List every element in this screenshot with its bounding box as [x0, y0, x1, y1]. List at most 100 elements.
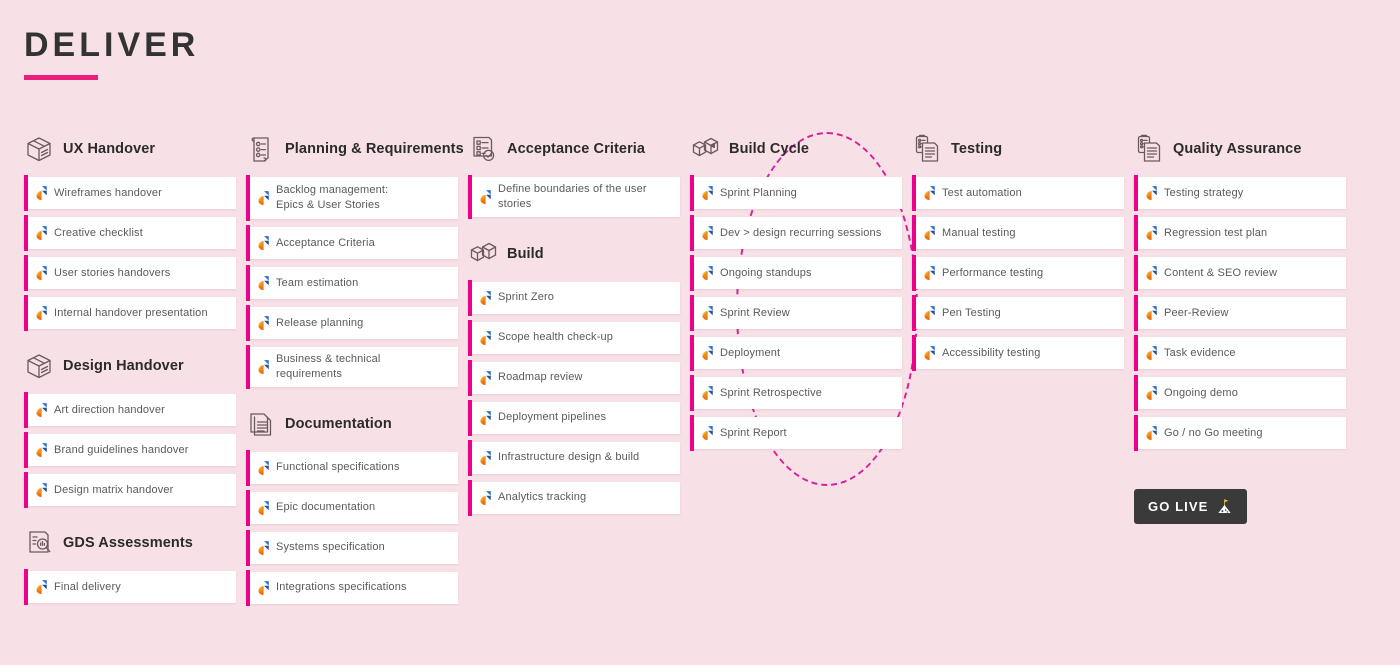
- pinwheel-icon: [922, 186, 937, 201]
- pinwheel-icon: [700, 306, 715, 321]
- task-card[interactable]: Sprint Planning: [690, 175, 902, 211]
- board-column: Quality Assurance Testing strategy Regress…: [1134, 130, 1346, 524]
- board-column: Testing Test automation Manual testing Perf…: [912, 130, 1124, 371]
- task-card-label: Sprint Report: [720, 426, 787, 439]
- task-card-label: Roadmap review: [498, 371, 583, 384]
- clipboard-document-icon: [912, 134, 942, 164]
- task-card-label: Accessibility testing: [942, 346, 1041, 359]
- pinwheel-icon: [1144, 426, 1159, 441]
- task-card[interactable]: Release planning: [246, 305, 458, 341]
- task-card[interactable]: Accessibility testing: [912, 335, 1124, 371]
- task-card[interactable]: Roadmap review: [468, 359, 680, 396]
- task-card[interactable]: Go / no Go meeting: [1134, 415, 1346, 451]
- task-card[interactable]: Backlog management: Epics & User Stories: [246, 175, 458, 221]
- task-card-label: Functional specifications: [276, 461, 400, 474]
- task-card[interactable]: Scope health check-up: [468, 319, 680, 356]
- card-list: Define boundaries of the user stories: [468, 175, 680, 219]
- section-header: Build: [468, 235, 680, 273]
- pinwheel-icon: [922, 226, 937, 241]
- section-title: Quality Assurance: [1173, 141, 1302, 157]
- task-card[interactable]: Testing strategy: [1134, 175, 1346, 211]
- task-card[interactable]: Team estimation: [246, 265, 458, 301]
- task-card[interactable]: Ongoing standups: [690, 255, 902, 291]
- task-card-label: Systems specification: [276, 541, 385, 554]
- section-build: Build Sprint Zero Scope health check-up Roa…: [468, 235, 680, 516]
- task-card[interactable]: Performance testing: [912, 255, 1124, 291]
- title-underline: [24, 75, 98, 80]
- task-card[interactable]: Integrations specifications: [246, 569, 458, 606]
- task-card-label: Regression test plan: [1164, 226, 1268, 239]
- task-card[interactable]: Functional specifications: [246, 449, 458, 486]
- card-list: Sprint Zero Scope health check-up Roadmap …: [468, 279, 680, 516]
- task-card[interactable]: Sprint Retrospective: [690, 375, 902, 411]
- task-card[interactable]: Infrastructure design & build: [468, 439, 680, 476]
- section-header: Build Cycle: [690, 130, 902, 168]
- task-card[interactable]: Task evidence: [1134, 335, 1346, 371]
- task-card-label: Design matrix handover: [54, 483, 174, 496]
- task-card[interactable]: Final delivery: [24, 569, 236, 605]
- task-card[interactable]: Creative checklist: [24, 215, 236, 251]
- package-box-icon: [24, 351, 54, 381]
- task-card[interactable]: Sprint Report: [690, 415, 902, 451]
- task-card-label: Release planning: [276, 316, 364, 329]
- section-title: Planning & Requirements: [285, 141, 464, 157]
- task-card[interactable]: Systems specification: [246, 529, 458, 566]
- task-card[interactable]: Sprint Zero: [468, 279, 680, 316]
- task-card[interactable]: Wireframes handover: [24, 175, 236, 211]
- pinwheel-icon: [256, 276, 271, 291]
- task-card[interactable]: Content & SEO review: [1134, 255, 1346, 291]
- card-list: Sprint Planning Dev > design recurring se…: [690, 175, 902, 451]
- board: UX Handover Wireframes handover Creative c…: [24, 130, 1384, 606]
- task-card[interactable]: Art direction handover: [24, 392, 236, 428]
- go-live-button[interactable]: GO LIVE: [1134, 489, 1248, 524]
- task-card[interactable]: Epic documentation: [246, 489, 458, 526]
- task-card[interactable]: Manual testing: [912, 215, 1124, 251]
- document-magnifier-icon: [24, 528, 54, 558]
- task-card[interactable]: Acceptance Criteria: [246, 225, 458, 261]
- section-ux-handover: UX Handover Wireframes handover Creative c…: [24, 130, 236, 331]
- task-card[interactable]: Test automation: [912, 175, 1124, 211]
- task-card-label: Go / no Go meeting: [1164, 426, 1263, 439]
- section-title: UX Handover: [63, 141, 156, 157]
- task-card[interactable]: Internal handover presentation: [24, 295, 236, 331]
- documents-icon: [246, 409, 276, 439]
- pinwheel-icon: [256, 540, 271, 555]
- task-card[interactable]: Peer-Review: [1134, 295, 1346, 331]
- task-card[interactable]: Dev > design recurring sessions: [690, 215, 902, 251]
- section-title: Testing: [951, 141, 1003, 157]
- task-card[interactable]: Ongoing demo: [1134, 375, 1346, 411]
- task-card[interactable]: Business & technical requirements: [246, 345, 458, 389]
- task-card[interactable]: Analytics tracking: [468, 479, 680, 516]
- task-card[interactable]: Brand guidelines handover: [24, 432, 236, 468]
- task-card[interactable]: Pen Testing: [912, 295, 1124, 331]
- task-card[interactable]: User stories handovers: [24, 255, 236, 291]
- pinwheel-icon: [34, 306, 49, 321]
- task-card[interactable]: Deployment: [690, 335, 902, 371]
- task-card[interactable]: Design matrix handover: [24, 472, 236, 508]
- pinwheel-icon: [34, 226, 49, 241]
- pinwheel-icon: [478, 410, 493, 425]
- task-card[interactable]: Regression test plan: [1134, 215, 1346, 251]
- pinwheel-icon: [1144, 266, 1159, 281]
- task-card-label: Business & technical requirements: [276, 353, 381, 380]
- pinwheel-icon: [34, 580, 49, 595]
- task-card-label: Sprint Planning: [720, 186, 797, 199]
- section-acceptance-criteria: Acceptance Criteria Define boundaries of …: [468, 130, 680, 219]
- checklist-approved-icon: [468, 134, 498, 164]
- task-card-label: Test automation: [942, 186, 1022, 199]
- pinwheel-icon: [256, 460, 271, 475]
- section-title: Build: [507, 245, 544, 262]
- pinwheel-icon: [256, 191, 271, 206]
- task-card-label: Acceptance Criteria: [276, 236, 375, 249]
- pinwheel-icon: [34, 443, 49, 458]
- task-card-label: Creative checklist: [54, 226, 143, 239]
- section-header: GDS Assessments: [24, 524, 236, 562]
- task-card[interactable]: Sprint Review: [690, 295, 902, 331]
- task-card-label: Brand guidelines handover: [54, 443, 189, 456]
- task-card-label: Task evidence: [1164, 346, 1236, 359]
- task-card[interactable]: Deployment pipelines: [468, 399, 680, 436]
- pinwheel-icon: [700, 226, 715, 241]
- task-card[interactable]: Define boundaries of the user stories: [468, 175, 680, 219]
- pinwheel-icon: [1144, 386, 1159, 401]
- board-column: Acceptance Criteria Define boundaries of …: [468, 130, 680, 516]
